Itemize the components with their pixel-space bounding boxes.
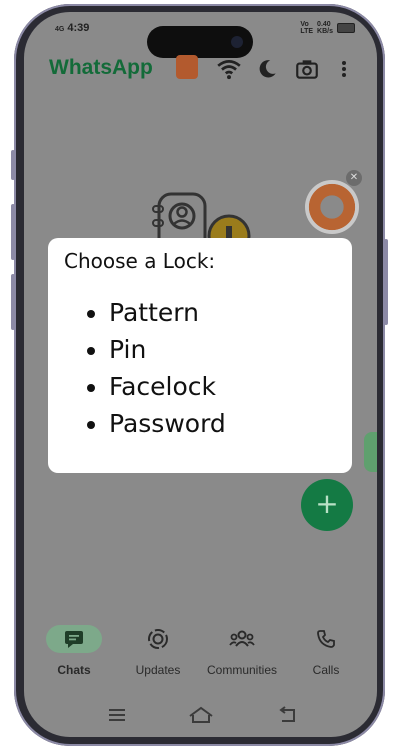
new-chat-button[interactable]: + xyxy=(301,479,353,531)
signal-label: 4G xyxy=(55,26,65,33)
volume-up-button xyxy=(11,204,15,260)
updates-icon xyxy=(148,629,168,649)
wifi-icon[interactable] xyxy=(216,56,242,82)
moon-icon[interactable] xyxy=(254,56,280,82)
home-icon[interactable] xyxy=(188,706,214,724)
tab-updates-label: Updates xyxy=(135,663,181,677)
app-title: WhatsApp xyxy=(49,56,153,79)
battery-icon xyxy=(337,23,355,33)
volume-down-button xyxy=(11,274,15,330)
dialog-heading: Choose a Lock: xyxy=(64,249,216,273)
lock-option-pin[interactable]: Pin xyxy=(109,331,226,368)
phone-icon xyxy=(317,630,335,648)
tab-chats[interactable]: Chats xyxy=(34,625,114,677)
tab-calls[interactable]: Calls xyxy=(286,625,366,677)
secondary-fab[interactable] xyxy=(364,432,377,472)
status-left: 4G 4:39 xyxy=(55,22,89,34)
lock-options-list: Pattern Pin Facelock Password xyxy=(83,294,226,442)
chats-pill xyxy=(46,625,102,653)
tab-communities[interactable]: Communities xyxy=(202,625,282,677)
lte-label: LTE xyxy=(300,28,314,35)
status-right: Vo LTE 0.40 KB/s xyxy=(300,21,355,35)
action-button xyxy=(11,150,15,180)
choose-lock-dialog: Choose a Lock: Pattern Pin Facelock Pass… xyxy=(48,238,352,473)
lifebuoy-icon[interactable] xyxy=(305,180,359,234)
lock-option-pattern[interactable]: Pattern xyxy=(109,294,226,331)
tab-communities-label: Communities xyxy=(206,663,278,677)
net-speed-unit: KB/s xyxy=(317,28,333,35)
more-vert-icon[interactable] xyxy=(334,56,354,82)
tab-calls-label: Calls xyxy=(312,663,340,677)
sticker-icon[interactable] xyxy=(176,55,198,79)
updates-pill xyxy=(130,625,186,653)
lock-option-password[interactable]: Password xyxy=(109,405,226,442)
back-icon[interactable] xyxy=(276,706,298,724)
app-bar: WhatsApp xyxy=(24,52,377,92)
tab-chats-label: Chats xyxy=(57,663,91,677)
net-speed-value: 0.40 xyxy=(317,21,331,28)
close-icon[interactable]: ✕ xyxy=(346,170,362,186)
front-camera xyxy=(231,36,243,48)
volte-indicator: Vo LTE xyxy=(300,21,313,35)
chat-icon xyxy=(65,631,83,648)
communities-icon xyxy=(229,630,255,647)
camera-icon[interactable] xyxy=(294,56,320,82)
menu-icon[interactable] xyxy=(106,706,128,724)
tab-updates[interactable]: Updates xyxy=(118,625,198,677)
status-time: 4:39 xyxy=(67,22,90,34)
communities-pill xyxy=(214,625,270,653)
calls-pill xyxy=(298,625,354,653)
vol-label: Vo xyxy=(300,21,309,28)
net-speed: 0.40 KB/s xyxy=(317,21,333,35)
bottom-nav: Chats Updates Communities Calls xyxy=(24,617,377,697)
system-nav-bar xyxy=(24,702,377,730)
power-button xyxy=(384,239,388,325)
lock-option-facelock[interactable]: Facelock xyxy=(109,368,226,405)
